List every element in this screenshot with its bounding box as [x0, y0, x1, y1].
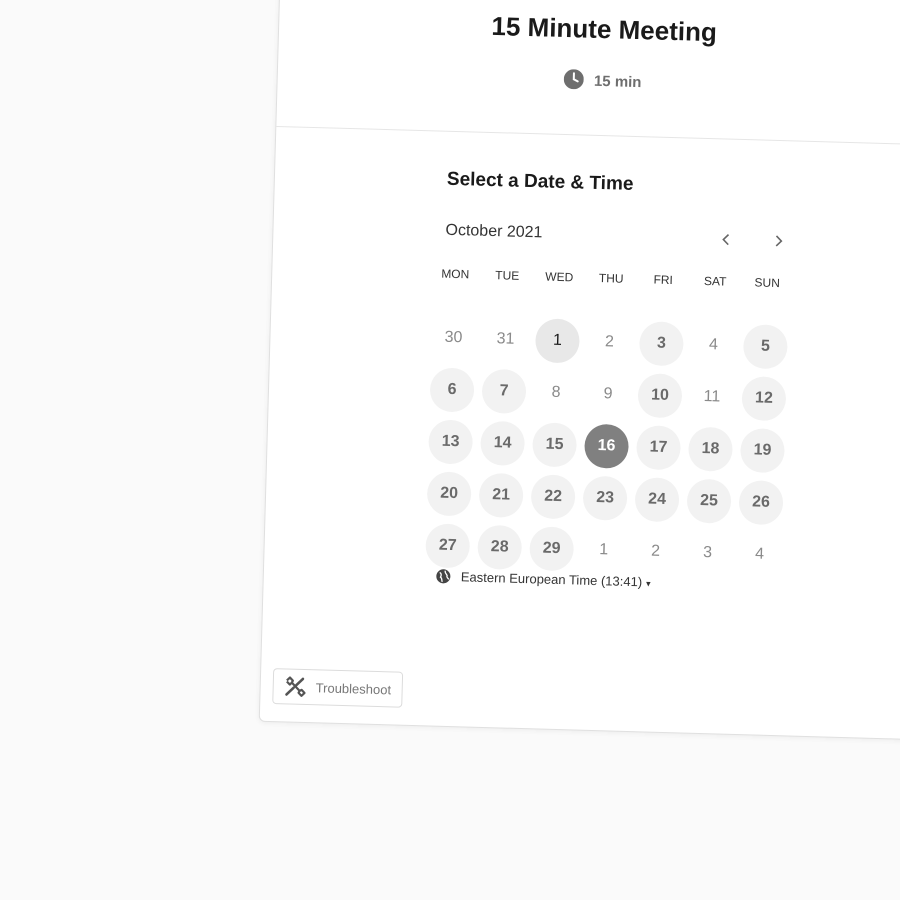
day-number: 31 [496, 330, 515, 348]
day-number: 14 [479, 420, 526, 467]
available-day[interactable]: 20 [422, 467, 475, 520]
booking-card: 15 Minute Meeting 15 min Select a Date &… [258, 0, 900, 742]
day-number: 27 [425, 523, 471, 569]
available-day[interactable]: 6 [425, 363, 478, 416]
day-number: 25 [686, 478, 732, 524]
day-number: 12 [741, 376, 787, 422]
day-number: 21 [478, 472, 524, 518]
day-number: 2 [604, 333, 615, 351]
weekday-label: THU [598, 271, 624, 286]
unavailable-day: 2 [583, 316, 636, 369]
wrench-icon [285, 676, 306, 697]
available-day[interactable]: 18 [684, 422, 737, 475]
available-day[interactable]: 5 [739, 320, 792, 373]
day-number: 4 [754, 545, 765, 563]
day-number: 22 [530, 474, 576, 520]
unavailable-day: 3 [681, 526, 734, 579]
weekday-label: FRI [653, 272, 674, 288]
unavailable-day: 31 [479, 313, 532, 366]
day-number: 1 [598, 541, 609, 559]
available-day[interactable]: 23 [578, 472, 631, 525]
day-number: 29 [529, 526, 575, 572]
day-number: 23 [582, 475, 628, 521]
section-title: Select a Date & Time [446, 168, 634, 195]
caret-down-icon: ▾ [645, 578, 651, 589]
day-number: 6 [429, 367, 475, 413]
day-number: 26 [738, 480, 784, 526]
calendar-grid: MON TUE WED THU FRI SAT SUN 30 31 1 2 3 4 5 6 7 8 9 10 11 12… [421, 259, 794, 581]
available-day[interactable]: 19 [736, 424, 789, 477]
available-day[interactable]: 29 [525, 522, 578, 575]
unavailable-day: 4 [733, 528, 786, 581]
available-day[interactable]: 1 [531, 314, 584, 367]
day-number: 3 [702, 544, 713, 562]
day-number: 20 [426, 471, 472, 517]
unavailable-day: 8 [529, 366, 582, 419]
weekday-label: MON [441, 266, 470, 282]
available-day[interactable]: 3 [635, 317, 688, 370]
available-day[interactable]: 10 [633, 369, 686, 422]
available-day[interactable]: 12 [737, 372, 790, 425]
day-number: 19 [739, 428, 786, 474]
day-number: 15 [531, 422, 578, 468]
day-number: 8 [551, 383, 561, 401]
available-day[interactable]: 13 [424, 415, 477, 468]
day-number: 1 [534, 318, 581, 364]
available-day[interactable]: 14 [476, 417, 529, 470]
day-number: 16 [583, 423, 630, 469]
day-number: 18 [687, 426, 734, 472]
day-number: 10 [637, 373, 683, 419]
available-day[interactable]: 26 [734, 476, 787, 529]
event-title: 15 Minute Meeting [491, 10, 718, 48]
weekday-label: WED [545, 269, 574, 285]
available-day[interactable]: 7 [477, 365, 530, 418]
day-number: 11 [703, 388, 721, 406]
day-number: 3 [638, 321, 685, 367]
weekday-label: TUE [495, 268, 520, 283]
day-number: 24 [634, 477, 680, 523]
available-day[interactable]: 15 [528, 418, 581, 471]
event-duration: 15 min [278, 61, 900, 101]
chevron-right-icon [775, 235, 783, 247]
event-header: 15 Minute Meeting 15 min [276, 0, 900, 147]
day-number: 4 [708, 336, 719, 354]
day-number: 9 [603, 385, 613, 403]
day-number: 2 [650, 542, 661, 560]
day-number: 5 [742, 324, 788, 370]
globe-icon [436, 569, 451, 584]
day-number: 17 [635, 425, 682, 471]
chevron-left-icon [722, 234, 730, 246]
clock-icon [564, 69, 585, 90]
available-day[interactable]: 17 [632, 421, 685, 474]
available-day[interactable]: 21 [474, 469, 527, 522]
troubleshoot-button[interactable]: Troubleshoot [272, 668, 404, 708]
day-number: 30 [444, 328, 463, 347]
available-day[interactable]: 25 [682, 474, 735, 527]
prev-month-button[interactable] [710, 223, 743, 256]
troubleshoot-label: Troubleshoot [315, 679, 392, 697]
available-day[interactable]: 28 [473, 521, 526, 574]
next-month-button[interactable] [762, 225, 795, 258]
unavailable-day: 11 [685, 371, 738, 424]
day-number: 7 [481, 368, 527, 415]
unavailable-day: 4 [687, 319, 740, 372]
unavailable-day: 9 [581, 368, 634, 421]
month-label: October 2021 [445, 221, 543, 242]
duration-label: 15 min [593, 72, 642, 92]
page: 15 Minute Meeting 15 min Select a Date &… [0, 0, 900, 900]
day-number: 13 [428, 419, 474, 465]
available-day[interactable]: 22 [526, 470, 579, 523]
unavailable-day: 2 [629, 525, 682, 578]
available-day[interactable]: 27 [421, 519, 474, 572]
weekday-label: SUN [754, 275, 781, 291]
unavailable-day: 1 [577, 524, 630, 577]
unavailable-day: 30 [427, 311, 480, 364]
selected-day[interactable]: 16 [580, 420, 633, 473]
weekday-label: SAT [703, 273, 727, 289]
available-day[interactable]: 24 [630, 473, 683, 526]
day-number: 28 [477, 524, 523, 570]
